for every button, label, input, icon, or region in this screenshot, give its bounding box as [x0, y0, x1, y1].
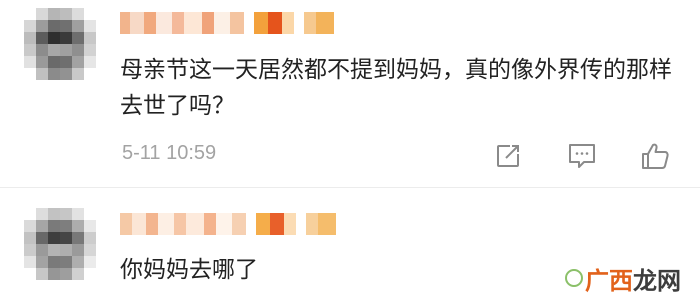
watermark-logo-icon	[565, 269, 583, 287]
like-button[interactable]	[637, 138, 673, 174]
username-blurred[interactable]	[120, 213, 336, 235]
thumbs-up-icon	[642, 143, 669, 169]
comment-text: 母亲节这一天居然都不提到妈妈，真的像外界传的那样去世了吗？	[120, 57, 672, 119]
repost-button[interactable]	[490, 138, 526, 174]
avatar[interactable]	[24, 208, 96, 280]
watermark-text-part2: 龙网	[633, 266, 681, 295]
username-blurred[interactable]	[120, 12, 334, 34]
comment-item: 母亲节这一天居然都不提到妈妈，真的像外界传的那样去世了吗？ 5-11 10:59	[0, 0, 700, 187]
watermark-text-part1: 广西	[585, 266, 633, 295]
comment-meta: 5-11 10:59	[0, 138, 700, 174]
watermark: 广西 龙网	[565, 258, 690, 298]
repost-icon	[497, 145, 519, 167]
reply-button[interactable]	[564, 138, 600, 174]
comment-icon	[569, 144, 595, 168]
timestamp: 5-11 10:59	[122, 142, 217, 164]
avatar[interactable]	[24, 8, 96, 80]
